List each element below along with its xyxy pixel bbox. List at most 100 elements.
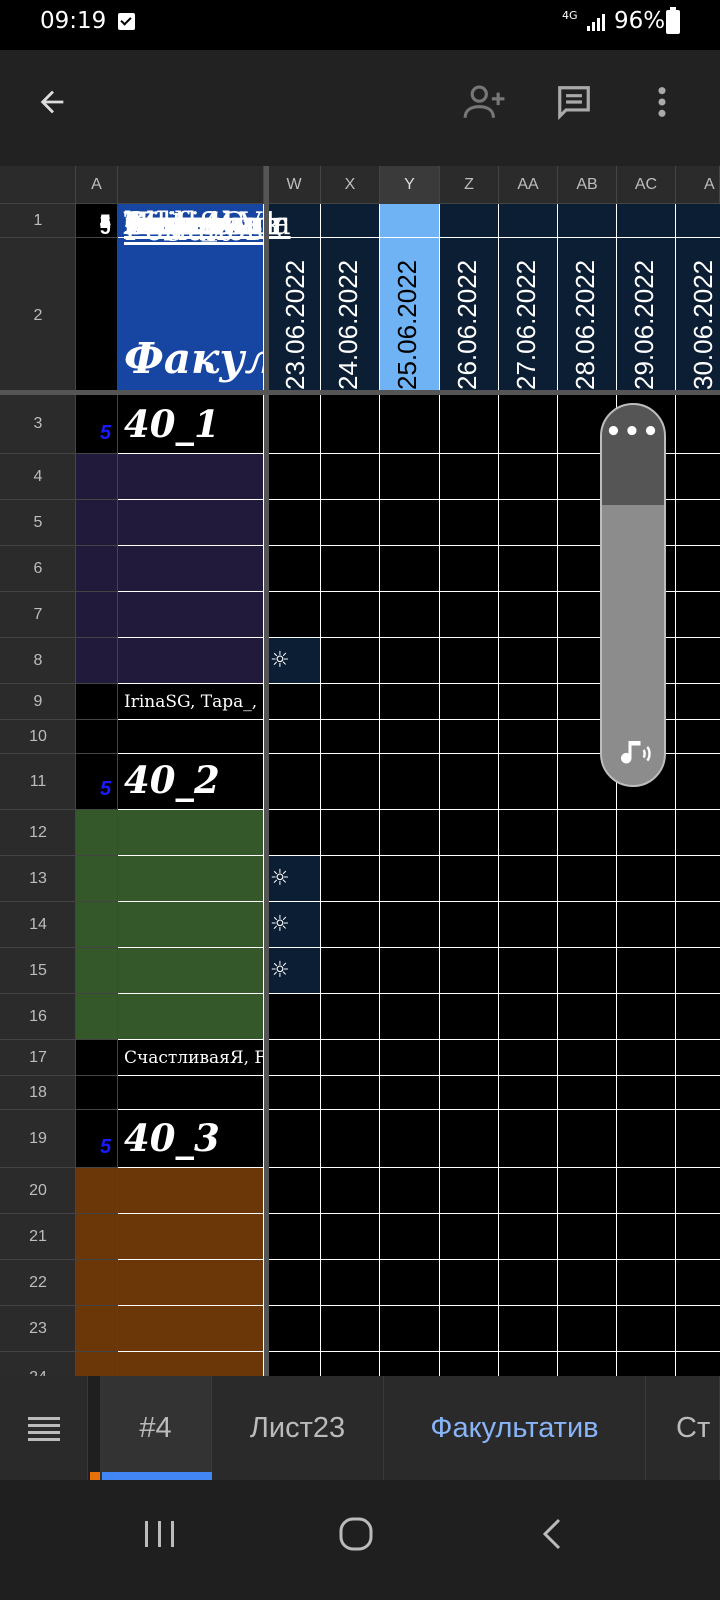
cell[interactable] xyxy=(380,394,440,454)
cell[interactable] xyxy=(499,720,558,754)
cell[interactable] xyxy=(499,1076,558,1110)
column-header[interactable]: A xyxy=(676,166,720,204)
cell[interactable] xyxy=(268,1076,321,1110)
row-header[interactable]: 5 xyxy=(0,500,76,546)
cell[interactable] xyxy=(268,1260,321,1306)
column-header[interactable]: Z xyxy=(440,166,499,204)
cell[interactable] xyxy=(499,856,558,902)
cell[interactable] xyxy=(321,204,380,238)
sheet-tab[interactable]: Лист23 xyxy=(212,1376,384,1480)
cell[interactable] xyxy=(558,856,617,902)
cell[interactable] xyxy=(617,1214,676,1260)
member-name[interactable]: Романов xyxy=(124,212,263,248)
cell[interactable] xyxy=(76,1040,118,1076)
cell[interactable] xyxy=(321,500,380,546)
row-header[interactable]: 13 xyxy=(0,856,76,902)
cell[interactable] xyxy=(380,902,440,948)
more-options-button[interactable] xyxy=(640,80,684,124)
cell[interactable] xyxy=(440,1076,499,1110)
cell[interactable] xyxy=(76,592,118,638)
cell[interactable] xyxy=(617,856,676,902)
cell[interactable] xyxy=(676,1168,720,1214)
home-button[interactable] xyxy=(326,1504,386,1564)
cell[interactable] xyxy=(676,994,720,1040)
cell[interactable] xyxy=(617,204,676,238)
cell[interactable] xyxy=(321,810,380,856)
cell[interactable] xyxy=(440,754,499,810)
row-header[interactable]: 7 xyxy=(0,592,76,638)
cell[interactable] xyxy=(380,994,440,1040)
cell[interactable] xyxy=(440,1110,499,1168)
cell[interactable] xyxy=(268,720,321,754)
date-header[interactable]: 24.06.2022 xyxy=(333,260,364,390)
cell[interactable] xyxy=(380,592,440,638)
cell[interactable] xyxy=(76,638,118,684)
cell[interactable] xyxy=(118,1306,264,1352)
cell[interactable] xyxy=(268,1168,321,1214)
column-header[interactable]: AA xyxy=(499,166,558,204)
cell[interactable] xyxy=(558,1260,617,1306)
cell[interactable] xyxy=(676,394,720,454)
cell[interactable] xyxy=(558,1306,617,1352)
sheet-tab[interactable]: #4 xyxy=(100,1376,212,1480)
column-header[interactable]: X xyxy=(321,166,380,204)
cell[interactable] xyxy=(676,856,720,902)
cell[interactable] xyxy=(118,592,264,638)
cell[interactable] xyxy=(676,500,720,546)
cell[interactable] xyxy=(118,856,264,902)
cell[interactable] xyxy=(676,592,720,638)
cell[interactable] xyxy=(380,1040,440,1076)
spreadsheet-grid[interactable]: 540_110000001IrinaSG2Тара_3-Zak-4Yuk is5… xyxy=(76,204,720,1404)
cell[interactable] xyxy=(268,1306,321,1352)
cell[interactable] xyxy=(268,754,321,810)
cell[interactable] xyxy=(118,500,264,546)
cell[interactable] xyxy=(558,1110,617,1168)
cell[interactable] xyxy=(499,1306,558,1352)
cell[interactable] xyxy=(440,394,499,454)
cell[interactable] xyxy=(76,238,118,394)
column-header[interactable]: AB xyxy=(558,166,617,204)
cell[interactable] xyxy=(440,592,499,638)
cell[interactable] xyxy=(118,1076,264,1110)
cell[interactable] xyxy=(676,720,720,754)
cell[interactable] xyxy=(499,500,558,546)
cell[interactable] xyxy=(76,1076,118,1110)
cell[interactable] xyxy=(499,592,558,638)
cell[interactable] xyxy=(268,1214,321,1260)
column-header[interactable] xyxy=(118,166,264,204)
cell[interactable] xyxy=(676,1214,720,1260)
cell[interactable] xyxy=(380,500,440,546)
row-header[interactable]: 23 xyxy=(0,1306,76,1352)
cell[interactable] xyxy=(118,1260,264,1306)
cell[interactable] xyxy=(440,994,499,1040)
cell[interactable] xyxy=(617,1040,676,1076)
date-header[interactable]: 25.06.2022 xyxy=(392,260,423,390)
cell[interactable] xyxy=(76,1260,118,1306)
frozen-row-divider[interactable] xyxy=(0,390,720,395)
cell[interactable] xyxy=(118,546,264,592)
cell[interactable] xyxy=(440,1214,499,1260)
cell[interactable] xyxy=(118,994,264,1040)
cell[interactable] xyxy=(321,1110,380,1168)
cell[interactable] xyxy=(499,684,558,720)
row-header[interactable]: 20 xyxy=(0,1168,76,1214)
row-header[interactable]: 9 xyxy=(0,684,76,720)
group-summary[interactable]: IrinaSG, Тара_, - xyxy=(124,692,264,712)
cell[interactable] xyxy=(499,394,558,454)
cell[interactable] xyxy=(440,810,499,856)
cell[interactable] xyxy=(380,948,440,994)
back-nav-button[interactable] xyxy=(522,1504,582,1564)
cell[interactable] xyxy=(617,1110,676,1168)
cell[interactable] xyxy=(76,1306,118,1352)
cell[interactable] xyxy=(380,856,440,902)
cell[interactable] xyxy=(499,1260,558,1306)
cell[interactable] xyxy=(321,856,380,902)
cell[interactable] xyxy=(440,638,499,684)
cell[interactable] xyxy=(558,1214,617,1260)
date-header[interactable]: 30.06.2022 xyxy=(688,260,719,390)
cell[interactable] xyxy=(76,948,118,994)
cell[interactable] xyxy=(321,394,380,454)
cell[interactable] xyxy=(558,204,617,238)
comments-button[interactable] xyxy=(552,80,596,124)
cell[interactable] xyxy=(380,638,440,684)
